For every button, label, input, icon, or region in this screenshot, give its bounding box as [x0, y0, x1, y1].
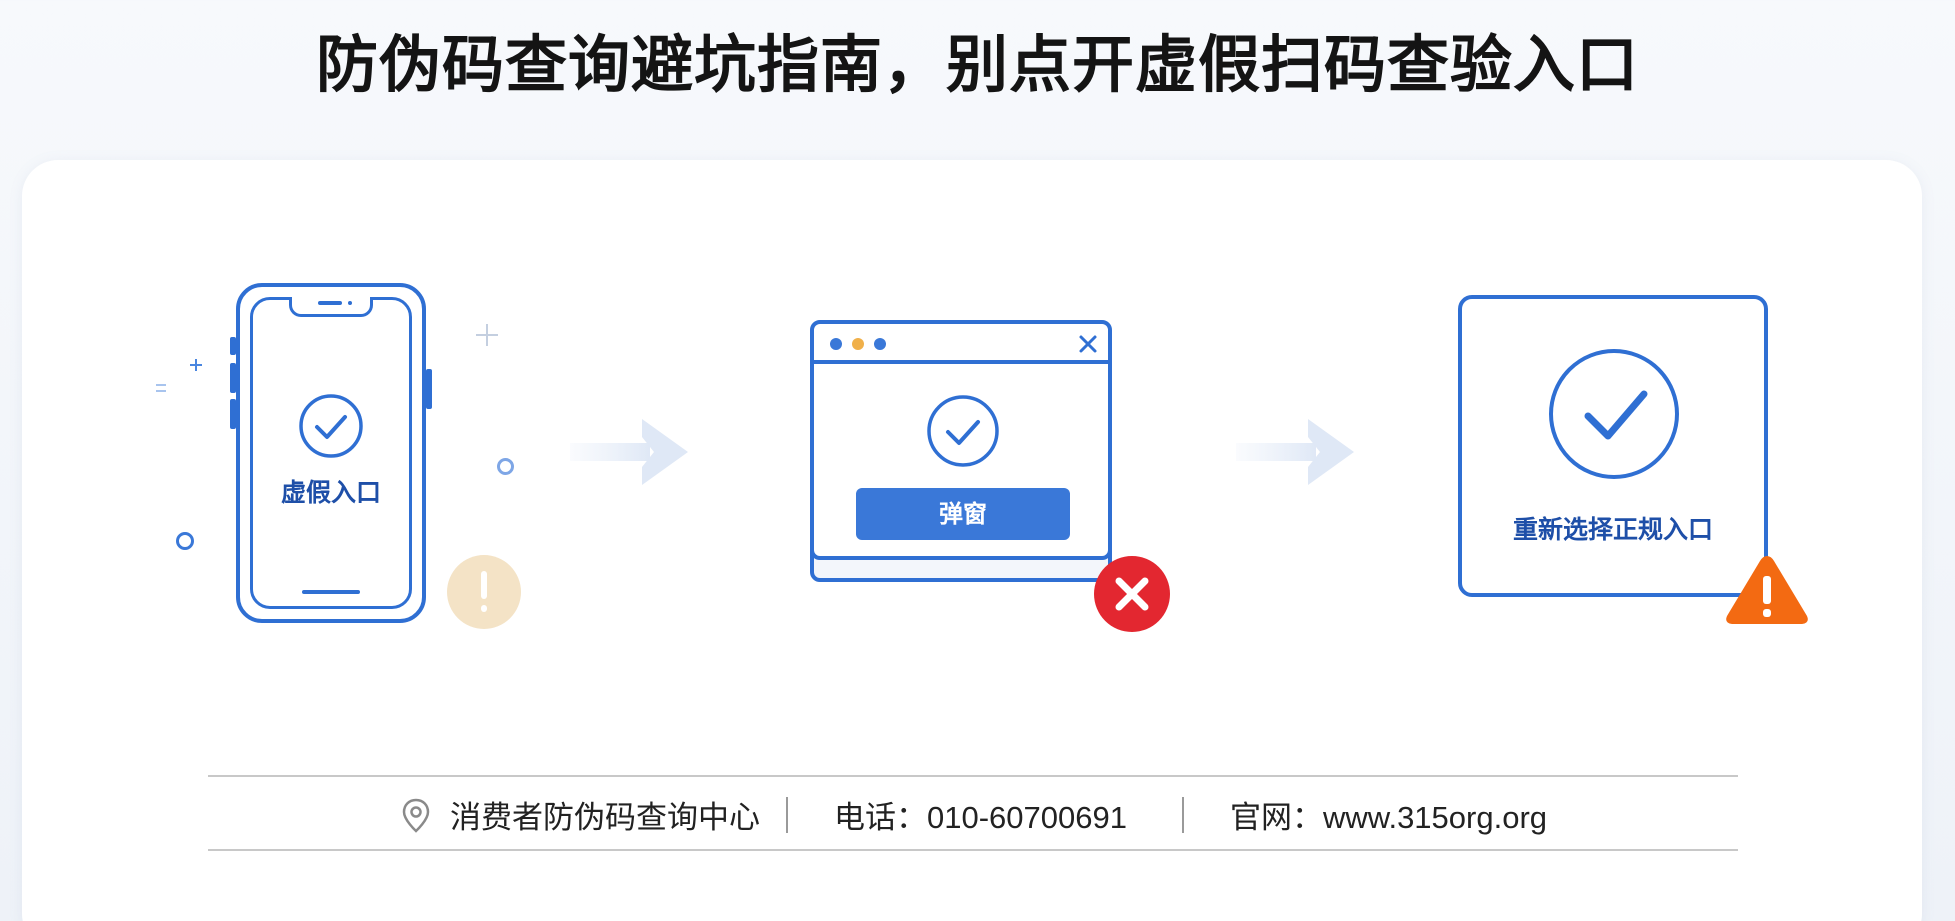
warning-triangle-icon: [1726, 556, 1808, 624]
exclamation-icon: [447, 555, 521, 629]
footer-separator: [786, 797, 788, 833]
sparkle-decoration-icon: [476, 324, 498, 346]
footer-phone: 电话：010-60700691: [834, 800, 1127, 835]
footer-divider-bottom: [208, 849, 1738, 851]
check-circle-icon: [299, 394, 363, 458]
reselect-official-entry-label: 重新选择正规入口: [1512, 515, 1713, 544]
phone-notch: [289, 297, 373, 317]
error-x-icon: [1094, 556, 1170, 632]
location-pin-icon: [402, 798, 430, 833]
arrow-right-icon: [1236, 419, 1354, 485]
footer-divider-top: [208, 775, 1738, 777]
footer-separator: [1182, 797, 1184, 833]
phone-home-bar: [302, 590, 360, 594]
ring-decoration-icon: [176, 532, 194, 550]
fake-entry-label: 虚假入口: [280, 478, 381, 507]
popup-window-illustration: 弹窗: [810, 320, 1112, 560]
check-circle-icon: [1549, 349, 1679, 479]
sparkle-decoration-icon: [156, 359, 202, 392]
close-icon: [1079, 335, 1097, 353]
check-circle-icon: [927, 395, 999, 467]
ring-decoration-icon: [497, 458, 514, 475]
popup-button[interactable]: 弹窗: [856, 488, 1070, 540]
window-titlebar: [814, 324, 1108, 364]
page-title: 防伪码查询避坑指南，别点开虚假扫码查验入口: [315, 28, 1639, 101]
footer-website[interactable]: 官网：www.315org.org: [1230, 792, 1547, 837]
arrow-right-icon: [570, 419, 688, 485]
footer-org-name: 消费者防伪码查询中心: [450, 800, 760, 835]
